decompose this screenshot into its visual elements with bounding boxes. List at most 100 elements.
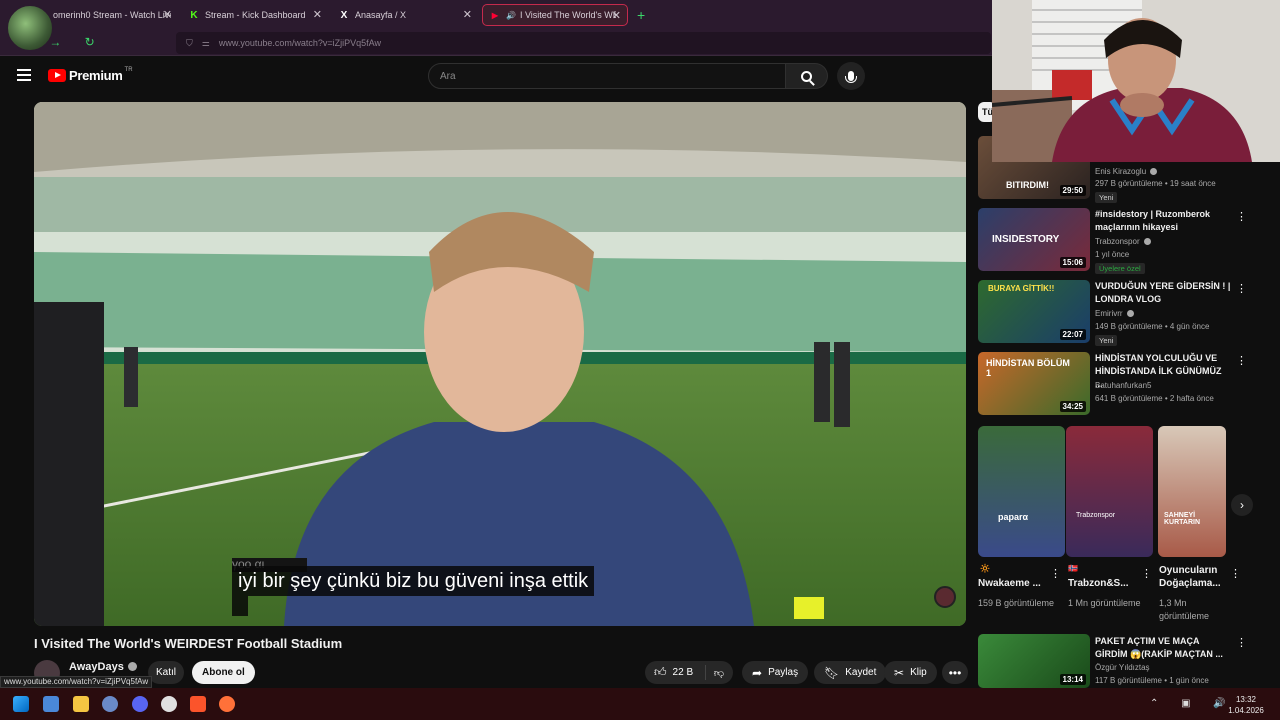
video-thumbnail[interactable]: BURAYA GİTTİK!! 22:07 [978, 280, 1090, 343]
recommendation-item[interactable]: 13:14 PAKET AÇTIM VE MAÇA GİRDİM 😱(RAKİP… [978, 634, 1248, 688]
close-icon[interactable]: ✕ [313, 8, 322, 21]
short-thumbnail[interactable]: paparα [978, 426, 1065, 557]
new-badge: Yeni [1095, 335, 1118, 346]
channel-watermark[interactable] [934, 586, 956, 608]
short-thumbnail[interactable]: SAHNEYİ KURTARIN [1158, 426, 1226, 557]
video-title: I Visited The World's WEIRDEST Football … [34, 636, 343, 651]
short-title[interactable]: Oyuncuların Doğaçlama... [1159, 564, 1229, 590]
tab-label: omerinh0 Stream - Watch Live o [53, 10, 171, 20]
brave-icon[interactable] [190, 696, 206, 712]
tab-youtube-video[interactable]: ▶ 🔊 I Visited The World's WEIRD ✕ [482, 4, 628, 26]
video-title[interactable]: VURDUĞUN YERE GİDERSİN ! | LONDRA VLOG [1095, 280, 1231, 306]
hamburger-menu-icon[interactable] [17, 69, 31, 81]
video-thumbnail[interactable]: INSIDESTORY 15:06 [978, 208, 1090, 271]
shield-icon[interactable]: ⛉ [186, 38, 193, 49]
search-input[interactable]: Ara [428, 63, 786, 89]
clock-date: 1.04.2026 [1228, 706, 1264, 715]
recommendation-item[interactable]: BURAYA GİTTİK!! 22:07 VURDUĞUN YERE GİDE… [978, 280, 1248, 346]
address-bar[interactable]: ⛉ ⚌ www.youtube.com/watch?v=iZjiPVq5fAw [176, 32, 991, 54]
country-code: TR [124, 66, 133, 73]
more-actions-button[interactable]: ••• [942, 661, 968, 684]
youtube-premium-logo[interactable]: Premium TR [48, 66, 133, 83]
site-settings-icon[interactable]: ⚌ [202, 38, 210, 49]
video-title[interactable]: PAKET AÇTIM VE MAÇA GİRDİM 😱(RAKİP MAÇTA… [1095, 635, 1231, 661]
close-icon[interactable]: ✕ [163, 8, 172, 21]
tab-x-home[interactable]: X Anasayfa / X ✕ [332, 4, 478, 26]
short-flag-icon: 🇳🇴 [1068, 564, 1078, 573]
more-vertical-icon[interactable]: ⋮ [1236, 636, 1247, 649]
new-tab-button[interactable]: + [637, 7, 645, 23]
channel-name[interactable]: Enis Kirazoglu [1095, 166, 1245, 178]
channel-name[interactable]: Emirivrr [1095, 308, 1245, 320]
channel-name[interactable]: Batuhanfurkan5 [1095, 380, 1245, 392]
subtitle-caption: iyi bir şey çünkü biz bu güveni inşa ett… [232, 566, 595, 596]
share-button[interactable]: ➦ Paylaş [742, 661, 809, 684]
tab-kick-dashboard[interactable]: K Stream - Kick Dashboard ✕ [182, 4, 328, 26]
subscribe-button[interactable]: Abone ol [192, 661, 255, 684]
more-horizontal-icon: ••• [948, 665, 962, 680]
short-title[interactable]: Trabzon&S... [1068, 577, 1138, 590]
video-meta: 117 B görüntüleme • 1 gün önce [1095, 676, 1209, 685]
thumbs-down-icon: 👎︎ [713, 667, 725, 679]
recommendation-item[interactable]: INSIDESTORY 15:06 #insidestory | Ruzombe… [978, 208, 1248, 274]
recommendation-item[interactable]: HİNDİSTAN BÖLÜM 1 34:25 HİNDİSTAN YOLCUL… [978, 352, 1248, 418]
firefox-icon[interactable] [219, 696, 235, 712]
thumbnail-text: SAHNEYİ KURTARIN [1164, 512, 1201, 526]
clock[interactable]: 13:32 1.04.2026 [1228, 694, 1264, 716]
more-vertical-icon[interactable]: ⋮ [1230, 567, 1241, 580]
more-vertical-icon[interactable]: ⋮ [1141, 567, 1152, 580]
video-meta: 641 B görüntüleme • 2 hafta önce [1095, 394, 1214, 403]
thumbnail-text: paparα [998, 512, 1029, 522]
system-tray[interactable]: ⌃ ▣ 🔊 [1150, 698, 1236, 709]
speaker-icon[interactable]: 🔊 [506, 11, 516, 20]
search-button[interactable] [786, 63, 828, 89]
more-vertical-icon[interactable]: ⋮ [1236, 210, 1247, 223]
clip-button[interactable]: ✂ Klip [884, 661, 937, 684]
short-emoji-icon: 🔆 [980, 564, 990, 573]
short-thumbnail[interactable]: Trabzonspor [1066, 426, 1153, 557]
file-explorer-icon[interactable] [73, 696, 89, 712]
short-title[interactable]: Nwakaeme ... [978, 577, 1048, 590]
like-button[interactable]: 👍︎ 22 B [645, 661, 706, 684]
windows-start-icon[interactable] [13, 696, 29, 712]
tab-label: Anasayfa / X [355, 10, 407, 20]
youtube-header: Premium TR Ara [0, 57, 992, 97]
x-icon: X [340, 9, 348, 21]
channel-name[interactable]: Trabzonspor [1095, 236, 1245, 248]
duration-badge: 29:50 [1059, 185, 1086, 196]
thumbnail-text: BURAYA GİTTİK!! [988, 284, 1055, 293]
save-button[interactable]: 🔖︎ Kaydet [814, 661, 887, 684]
obs-icon[interactable] [161, 696, 177, 712]
video-thumbnail[interactable]: 13:14 [978, 634, 1090, 688]
close-icon[interactable]: ✕ [612, 9, 621, 22]
video-player[interactable] [34, 102, 966, 626]
chevron-right-icon: › [1240, 498, 1244, 512]
join-button[interactable]: Katıl [148, 661, 185, 684]
task-view-icon[interactable] [43, 696, 59, 712]
youtube-play-icon [48, 69, 66, 82]
video-thumbnail[interactable]: HİNDİSTAN BÖLÜM 1 34:25 [978, 352, 1090, 415]
duration-badge: 22:07 [1059, 329, 1086, 340]
voice-search-button[interactable] [837, 62, 865, 90]
dislike-button[interactable]: 👎︎ [705, 661, 733, 684]
more-vertical-icon[interactable]: ⋮ [1236, 354, 1247, 367]
shorts-next-button[interactable]: › [1231, 494, 1253, 516]
video-meta: 149 B görüntüleme • 4 gün önce [1095, 322, 1210, 331]
more-vertical-icon[interactable]: ⋮ [1236, 282, 1247, 295]
verified-icon [1150, 168, 1158, 175]
channel-name[interactable]: Özgür Yıldıztaş [1095, 662, 1245, 674]
discord-icon[interactable] [132, 696, 148, 712]
video-meta: 1 yıl önce [1095, 250, 1130, 259]
windows-taskbar: ⌃ ▣ 🔊 13:32 1.04.2026 [0, 688, 1280, 720]
duration-badge: 15:06 [1059, 257, 1086, 268]
app-icon[interactable] [102, 696, 118, 712]
more-vertical-icon[interactable]: ⋮ [1050, 567, 1061, 580]
verified-icon [1143, 238, 1151, 245]
video-title[interactable]: #insidestory | Ruzomberok maçlarının hik… [1095, 208, 1231, 234]
close-icon[interactable]: ✕ [463, 8, 472, 21]
channel-name[interactable]: AwayDays [69, 661, 137, 673]
thumbnail-text: INSIDESTORY [992, 234, 1060, 245]
members-only-badge: Üyelere özel [1095, 263, 1145, 274]
kick-icon: K [190, 9, 198, 21]
share-icon: ➦ [752, 665, 763, 680]
